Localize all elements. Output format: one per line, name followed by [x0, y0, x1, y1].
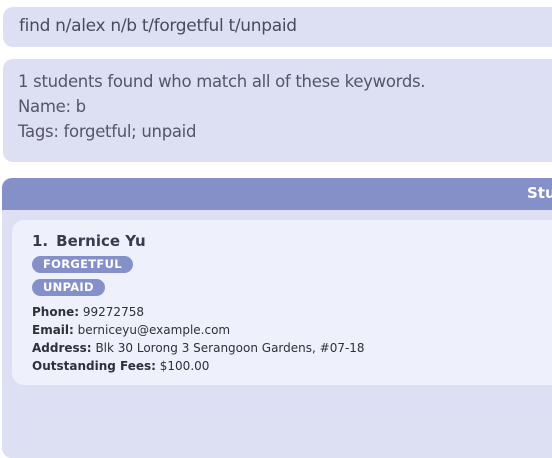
address-value: Blk 30 Lorong 3 Serangoon Gardens, #07-1… — [95, 341, 365, 355]
address-label: Address: — [32, 341, 92, 355]
command-text: find n/alex n/b t/forgetful t/unpaid — [19, 16, 297, 36]
student-list-panel: Stu 1. Bernice Yu FORGETFUL UNPAID Phone:… — [2, 178, 552, 458]
phone-label: Phone: — [32, 305, 80, 319]
result-line-name: Name: b — [18, 97, 86, 116]
result-line-summary: 1 students found who match all of these … — [18, 72, 426, 91]
phone-value: 99272758 — [82, 305, 144, 319]
result-line-tags: Tags: forgetful; unpaid — [18, 122, 197, 141]
fees-field: Outstanding Fees: $100.00 — [32, 357, 552, 375]
student-name: Bernice Yu — [56, 232, 146, 250]
command-input[interactable]: find n/alex n/b t/forgetful t/unpaid — [3, 7, 552, 47]
tag-list: FORGETFUL UNPAID — [32, 256, 552, 296]
tag-badge: FORGETFUL — [32, 256, 133, 273]
student-list-title: Stu — [527, 184, 552, 202]
tag-badge: UNPAID — [32, 279, 105, 296]
email-label: Email: — [32, 323, 74, 337]
fees-label: Outstanding Fees: — [32, 359, 156, 373]
address-field: Address: Blk 30 Lorong 3 Serangoon Garde… — [32, 339, 552, 357]
email-field: Email: berniceyu@example.com — [32, 321, 552, 339]
fees-value: $100.00 — [159, 359, 210, 373]
student-name-row: 1. Bernice Yu — [32, 232, 552, 250]
student-list-header: Stu — [2, 178, 552, 210]
email-value: berniceyu@example.com — [77, 323, 231, 337]
student-index: 1. — [32, 232, 49, 250]
result-display: 1 students found who match all of these … — [3, 59, 552, 162]
student-card[interactable]: 1. Bernice Yu FORGETFUL UNPAID Phone: 992… — [12, 220, 552, 385]
phone-field: Phone: 99272758 — [32, 303, 552, 321]
